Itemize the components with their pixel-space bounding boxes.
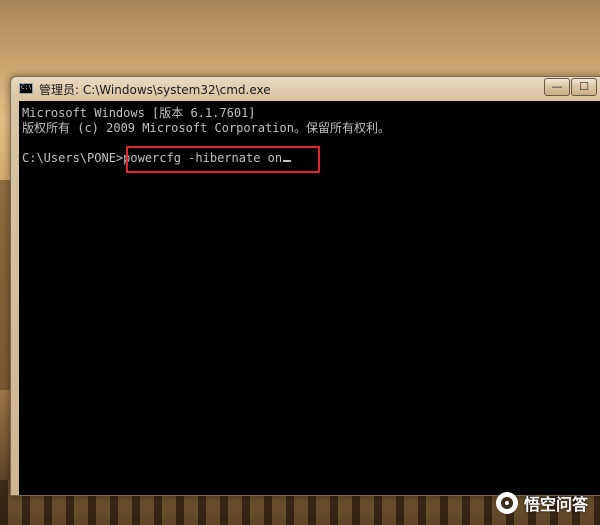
maximize-button[interactable]: ☐ <box>571 78 597 96</box>
scenery-pillar <box>0 300 10 390</box>
window-title: 管理员: C:\Windows\system32\cmd.exe <box>39 83 271 97</box>
console-area[interactable]: Microsoft Windows [版本 6.1.7601] 版权所有 (c)… <box>19 101 600 495</box>
watermark: 悟空问答 <box>495 491 588 515</box>
minimize-button[interactable]: — <box>544 78 570 96</box>
console-copyright-line: 版权所有 (c) 2009 Microsoft Corporation。保留所有… <box>22 121 390 135</box>
cmd-window[interactable]: C:\ 管理员: C:\Windows\system32\cmd.exe — ☐… <box>10 76 600 496</box>
cmd-icon-text: C:\ <box>21 84 32 91</box>
console-version-line: Microsoft Windows [版本 6.1.7601] <box>22 106 256 120</box>
desktop-background: C:\ 管理员: C:\Windows\system32\cmd.exe — ☐… <box>0 0 600 525</box>
title-bar[interactable]: C:\ 管理员: C:\Windows\system32\cmd.exe — ☐ <box>11 77 600 101</box>
wukong-logo-icon <box>495 492 518 514</box>
watermark-text: 悟空问答 <box>523 495 588 514</box>
console-prompt: C:\Users\PONE> <box>22 151 124 165</box>
command-highlight-box <box>126 146 320 173</box>
cmd-icon[interactable]: C:\ <box>19 83 33 94</box>
